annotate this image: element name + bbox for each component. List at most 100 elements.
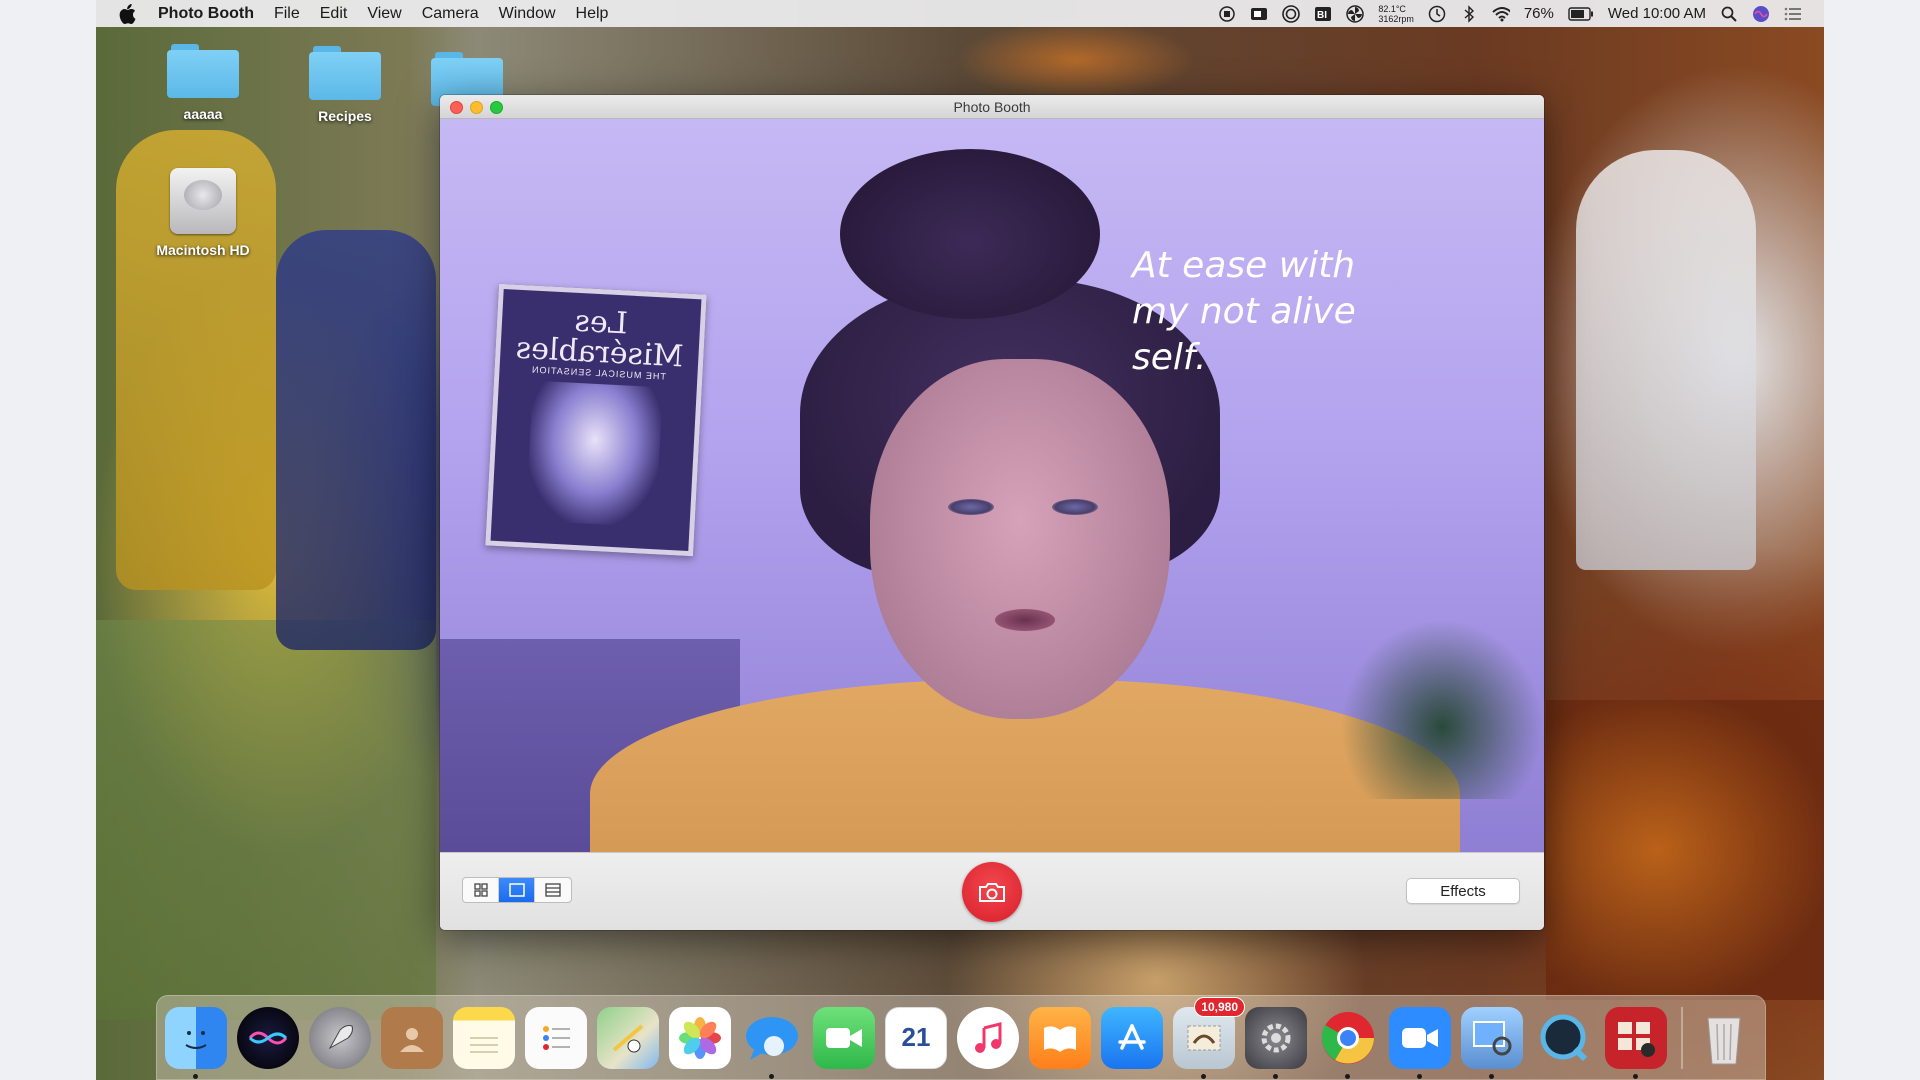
dock-calendar[interactable]: 21 <box>885 1006 947 1069</box>
grid-view-button[interactable] <box>463 878 499 902</box>
svg-text:BI: BI <box>1317 10 1327 21</box>
single-view-button[interactable] <box>499 878 535 902</box>
menu-window[interactable]: Window <box>499 5 556 23</box>
notification-center-icon[interactable] <box>1784 5 1802 23</box>
filmstrip-icon <box>545 883 561 897</box>
fan-icon[interactable] <box>1346 4 1365 23</box>
dock-itunes[interactable] <box>957 1006 1019 1069</box>
menu-view[interactable]: View <box>367 5 401 23</box>
time-machine-icon[interactable] <box>1428 5 1446 23</box>
desktop-folder-aaaaa[interactable]: aaaaa <box>148 44 258 122</box>
dock-siri[interactable] <box>237 1006 299 1069</box>
photo-strip-icon <box>1618 1021 1655 1057</box>
apple-menu-icon[interactable] <box>118 3 140 24</box>
photo-booth-window: Photo Booth Les Misérables THE MUSICAL S… <box>440 95 1544 930</box>
music-note-icon <box>975 1021 1002 1053</box>
chrome-icon <box>1321 1011 1374 1064</box>
spiral-icon[interactable] <box>1282 4 1301 23</box>
dock-mail[interactable]: 10,980 <box>1173 996 1245 1079</box>
folder-icon <box>167 44 239 98</box>
battery-percent[interactable]: 76% <box>1524 5 1554 22</box>
dock-notes[interactable] <box>453 1006 515 1069</box>
menu-camera[interactable]: Camera <box>422 5 479 23</box>
dock-photo-booth[interactable] <box>1605 1006 1667 1079</box>
dock-maps[interactable] <box>597 1006 659 1069</box>
folder-icon <box>309 46 381 100</box>
dock-chrome[interactable] <box>1317 1007 1379 1079</box>
wallpaper-figure-dancer <box>1576 150 1756 570</box>
quicktime-icon <box>1540 1014 1588 1061</box>
dock: 21 10,980 <box>156 995 1766 1080</box>
window-titlebar[interactable]: Photo Booth <box>440 95 1544 119</box>
trash-icon <box>1707 1017 1741 1064</box>
desktop: Photo Booth File Edit View Camera Window… <box>96 0 1824 1080</box>
status-area: BI 82.1°C 3162rpm 76% Wed 10:00 AM <box>1218 4 1802 24</box>
dock-finder[interactable] <box>165 1006 227 1079</box>
calendar-date: 21 <box>901 1022 931 1052</box>
dock-photos[interactable] <box>669 1006 731 1069</box>
siri-icon[interactable] <box>1752 5 1770 23</box>
video-camera-icon[interactable] <box>1250 5 1268 23</box>
dock-separator <box>1681 1006 1683 1069</box>
desktop-macintosh-hd[interactable]: Macintosh HD <box>148 168 258 258</box>
temperature-readout[interactable]: 82.1°C 3162rpm <box>1378 4 1414 24</box>
finder-icon <box>185 1030 207 1049</box>
dock-reminders[interactable] <box>525 1006 587 1069</box>
menu-help[interactable]: Help <box>576 5 609 23</box>
video-camera-icon <box>826 1027 862 1048</box>
caption-text: At ease with my not alive self. <box>1132 245 1356 378</box>
window-title: Photo Booth <box>953 99 1031 115</box>
notes-icon <box>470 1036 498 1053</box>
view-mode-switch <box>462 877 572 903</box>
dock-preview[interactable] <box>1461 1006 1523 1079</box>
desktop-folder-recipes[interactable]: Recipes <box>290 46 400 124</box>
take-photo-button[interactable] <box>962 862 1022 922</box>
camera-preview: Les Misérables THE MUSICAL SENSATION At … <box>440 119 1544 852</box>
bluetooth-icon[interactable] <box>1460 4 1478 23</box>
dock-trash[interactable] <box>1693 1007 1755 1069</box>
menu-bar: Photo Booth File Edit View Camera Window… <box>96 0 1824 27</box>
siri-icon <box>248 1031 288 1044</box>
hard-drive-icon <box>170 168 236 234</box>
poster-title: Les Misérables <box>514 303 685 375</box>
wallpaper-figure-blue <box>276 230 436 650</box>
camera-icon <box>979 883 1005 902</box>
stamp-icon <box>1187 1025 1221 1050</box>
preview-hair-bun <box>840 149 1100 319</box>
dock-app-store[interactable] <box>1101 1006 1163 1069</box>
spotlight-search-icon[interactable] <box>1720 5 1738 23</box>
menu-edit[interactable]: Edit <box>320 5 348 23</box>
dock-quicktime[interactable] <box>1533 1007 1595 1069</box>
video-camera-icon <box>1402 1027 1438 1048</box>
wallpaper-field <box>96 620 436 1020</box>
bi-icon[interactable]: BI <box>1314 5 1332 23</box>
desktop-icon-label: Recipes <box>318 108 372 124</box>
window-toolbar: Effects <box>440 852 1544 930</box>
wallpaper-leaves <box>1546 700 1824 1000</box>
contacts-icon <box>400 1027 424 1052</box>
battery-icon[interactable] <box>1568 5 1594 23</box>
dock-contacts[interactable] <box>381 1006 443 1069</box>
wifi-icon[interactable] <box>1492 5 1510 23</box>
menu-app-name[interactable]: Photo Booth <box>158 5 254 23</box>
dock-launchpad[interactable] <box>309 1006 371 1069</box>
dock-system-preferences[interactable] <box>1245 1006 1307 1079</box>
effects-button[interactable]: Effects <box>1406 878 1520 904</box>
book-icon <box>1044 1025 1076 1052</box>
temperature-value: 82.1°C <box>1378 3 1406 14</box>
dock-facetime[interactable] <box>813 1006 875 1069</box>
stop-record-icon[interactable] <box>1218 5 1236 23</box>
poster-artwork <box>525 380 663 528</box>
preview-eye-right <box>1052 499 1098 515</box>
clock[interactable]: Wed 10:00 AM <box>1608 5 1706 22</box>
grid-icon <box>473 883 488 897</box>
poster: Les Misérables THE MUSICAL SENSATION <box>485 283 707 557</box>
wallpaper-hair <box>956 20 1196 100</box>
dock-ibooks[interactable] <box>1029 1006 1091 1069</box>
menu-file[interactable]: File <box>274 5 300 23</box>
preview-plant <box>1340 619 1544 799</box>
filmstrip-view-button[interactable] <box>535 878 571 902</box>
dock-messages[interactable] <box>741 1007 803 1079</box>
single-photo-icon <box>508 883 525 897</box>
dock-zoom[interactable] <box>1389 1006 1451 1079</box>
